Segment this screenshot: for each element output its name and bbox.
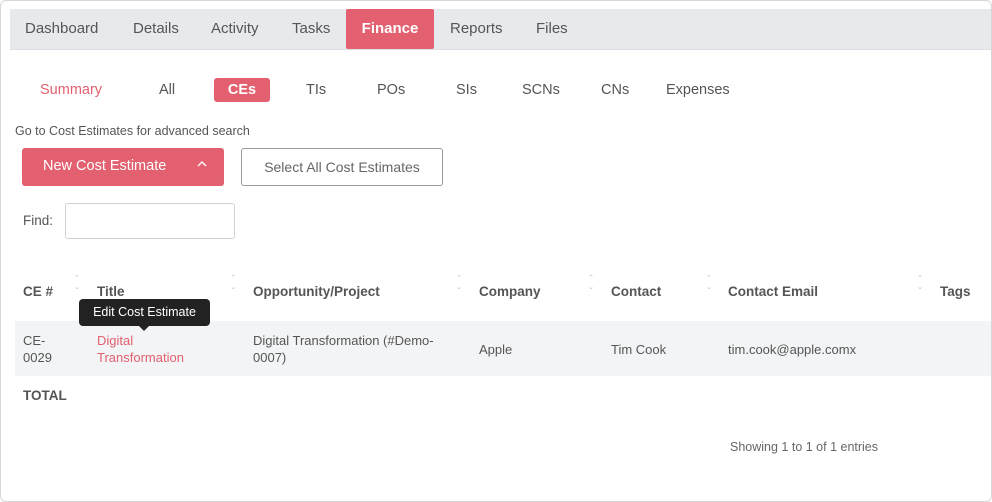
tab-details[interactable]: Details: [133, 9, 179, 49]
sort-contact-email-icon[interactable]: ⌃ ⌄: [916, 274, 924, 294]
tab-tasks[interactable]: Tasks: [292, 9, 330, 49]
find-input[interactable]: [65, 203, 235, 239]
title-link[interactable]: Digital Transformation: [97, 332, 184, 366]
col-header-ce[interactable]: CE #: [23, 284, 53, 299]
new-cost-estimate-button[interactable]: New Cost Estimate: [22, 148, 224, 186]
find-label: Find:: [23, 213, 54, 228]
col-header-title[interactable]: Title: [97, 284, 125, 299]
project-cell: Digital Transformation (#Demo- 0007): [253, 333, 434, 365]
sort-project-icon[interactable]: ⌃ ⌄: [455, 274, 463, 294]
entries-info: Showing 1 to 1 of 1 entries: [730, 440, 879, 454]
advanced-search-hint[interactable]: Go to Cost Estimates for advanced search: [15, 124, 250, 138]
chevron-up-icon[interactable]: [197, 157, 207, 171]
app-frame: Dashboard Details Activity Tasks Finance…: [0, 0, 992, 502]
tooltip-arrow: [139, 326, 149, 331]
contact-cell: Tim Cook: [611, 342, 667, 357]
new-cost-estimate-label: New Cost Estimate: [43, 158, 167, 174]
tab-activity[interactable]: Activity: [211, 9, 259, 49]
tab-files[interactable]: Files: [536, 9, 568, 49]
subtab-all[interactable]: All: [159, 78, 175, 102]
subtab-cns[interactable]: CNs: [601, 78, 629, 102]
subtab-tis[interactable]: TIs: [306, 78, 326, 102]
tab-dashboard[interactable]: Dashboard: [25, 9, 98, 49]
col-header-company[interactable]: Company: [479, 284, 541, 299]
col-header-contact-email[interactable]: Contact Email: [728, 284, 818, 299]
company-cell: Apple: [479, 342, 513, 357]
subtab-expenses[interactable]: Expenses: [666, 78, 730, 102]
col-header-contact[interactable]: Contact: [611, 284, 661, 299]
select-all-cost-estimates-button[interactable]: Select All Cost Estimates: [241, 148, 443, 186]
edit-cost-estimate-tooltip: Edit Cost Estimate: [79, 299, 210, 331]
tab-finance[interactable]: Finance: [346, 9, 434, 49]
col-header-tags[interactable]: Tags: [940, 284, 971, 299]
subtab-sis[interactable]: SIs: [456, 78, 477, 102]
total-label: TOTAL: [23, 388, 67, 403]
subtab-summary[interactable]: Summary: [40, 78, 102, 102]
contact-email-cell: tim.cook@apple.comx: [728, 342, 857, 357]
subtab-ces[interactable]: CEs: [214, 78, 270, 102]
sort-company-icon[interactable]: ⌃ ⌄: [587, 274, 595, 294]
top-nav: Dashboard Details Activity Tasks Finance…: [10, 9, 991, 50]
ce-number-cell: CE- 0029: [23, 333, 52, 365]
tab-reports[interactable]: Reports: [450, 9, 503, 49]
subtab-pos[interactable]: POs: [377, 78, 405, 102]
sort-ce-icon[interactable]: ⌃ ⌄: [73, 274, 81, 294]
col-header-project[interactable]: Opportunity/Project: [253, 284, 380, 299]
subtab-scns[interactable]: SCNs: [522, 78, 560, 102]
sort-contact-icon[interactable]: ⌃ ⌄: [705, 274, 713, 294]
sort-title-icon[interactable]: ⌃ ⌄: [229, 274, 237, 294]
